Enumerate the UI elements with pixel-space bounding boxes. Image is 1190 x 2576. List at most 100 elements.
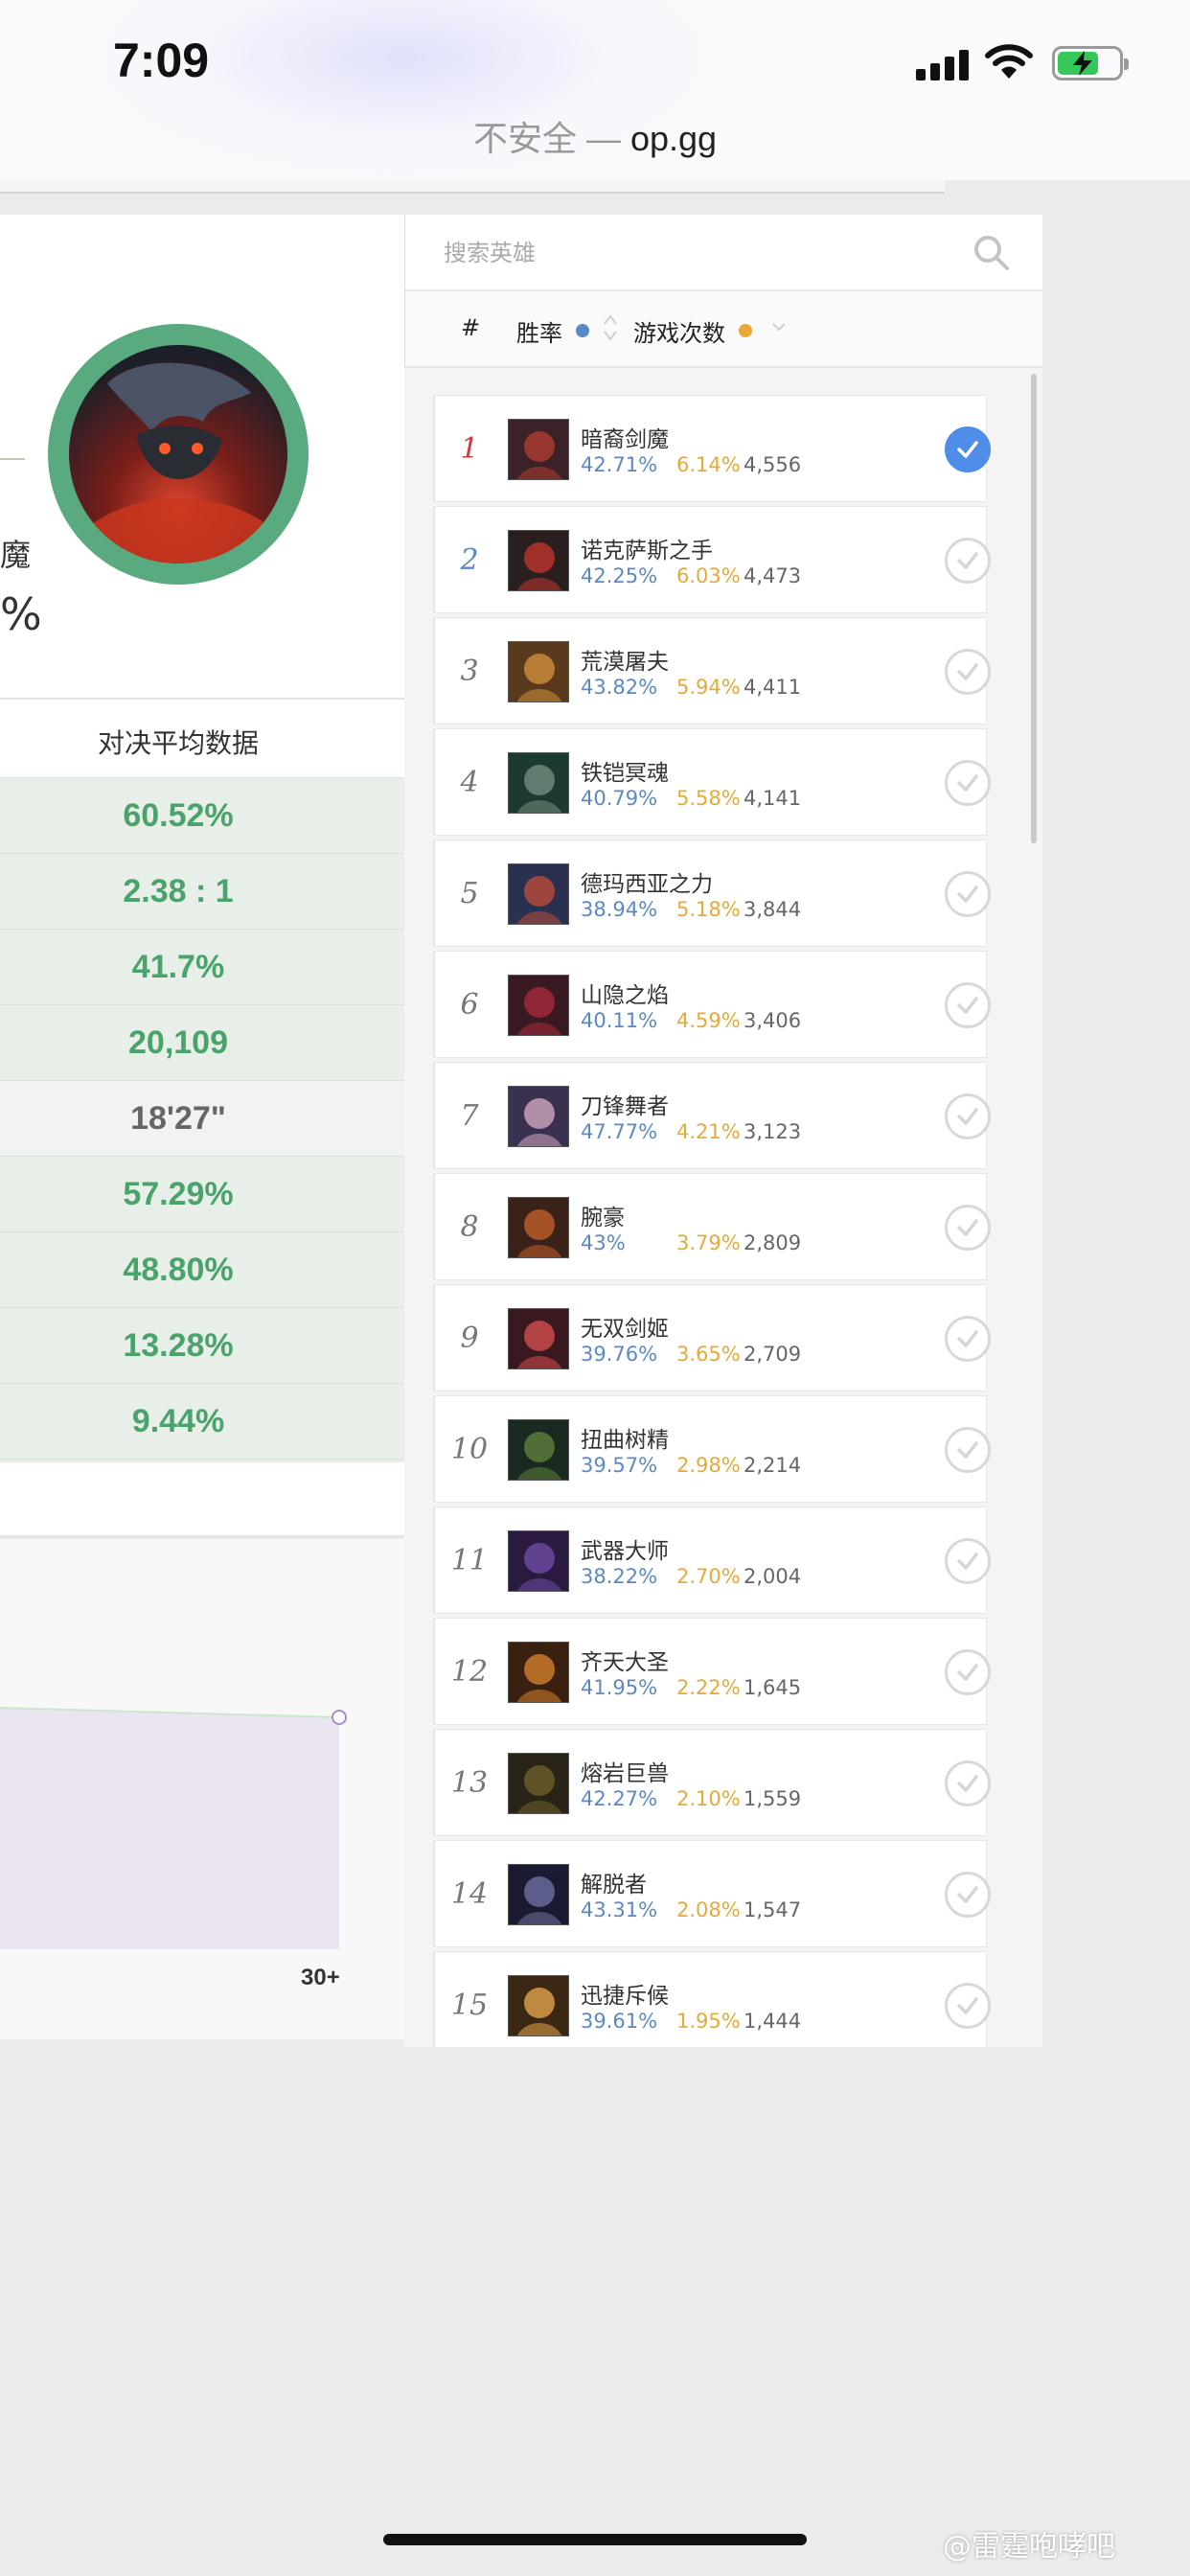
hero-row[interactable]: 14 解脱者 43.31% 2.08% 1,547 xyxy=(433,1840,991,1947)
hero-row[interactable]: 4 铁铠冥魂 40.79% 5.58% 4,141 xyxy=(433,728,991,836)
hero-avatar xyxy=(508,863,569,925)
hero-select-checkbox[interactable] xyxy=(945,649,991,695)
sort-games-button[interactable]: 游戏次数 xyxy=(633,314,725,348)
hero-avatar xyxy=(508,1419,569,1481)
scrollbar[interactable] xyxy=(1031,374,1037,843)
hero-row[interactable]: 2 诺克萨斯之手 42.25% 6.03% 4,473 xyxy=(433,506,991,613)
hero-games: 1,444 xyxy=(744,2010,802,2033)
hero-select-checkbox[interactable] xyxy=(945,1983,991,2029)
stat-value: 60.52% xyxy=(123,797,234,834)
hero-pickrate: 3.65% xyxy=(676,1343,741,1366)
hero-select-checkbox[interactable] xyxy=(945,760,991,806)
hero-row[interactable]: 11 武器大师 38.22% 2.70% 2,004 xyxy=(433,1506,991,1614)
hero-pickrate: 4.21% xyxy=(676,1120,741,1143)
hero-rank: 7 xyxy=(460,1099,479,1133)
search-input[interactable] xyxy=(444,232,942,274)
hero-row[interactable]: 3 荒漠屠夫 43.82% 5.94% 4,411 xyxy=(433,617,991,724)
cellular-signal-icon xyxy=(916,48,970,80)
hero-rank: 9 xyxy=(460,1322,479,1355)
hero-avatar xyxy=(508,1642,569,1703)
hero-row[interactable]: 12 齐天大圣 41.95% 2.22% 1,645 xyxy=(433,1618,991,1725)
hero-rank: 8 xyxy=(460,1210,479,1244)
hero-rank: 13 xyxy=(450,1766,489,1800)
stat-value: 57.29% xyxy=(123,1176,234,1212)
hero-name: 腕豪 xyxy=(581,1206,625,1230)
sort-winrate-button[interactable]: 胜率 xyxy=(516,314,562,348)
hero-winrate: 42.71% xyxy=(581,453,658,476)
champion-portrait-image xyxy=(69,345,287,564)
hero-select-checkbox[interactable] xyxy=(945,538,991,584)
champion-summary: 魔 % xyxy=(0,215,404,700)
hero-row[interactable]: 10 扭曲树精 39.57% 2.98% 2,214 xyxy=(433,1395,991,1503)
stat-value: 2.38 : 1 xyxy=(123,873,234,909)
hero-select-checkbox[interactable] xyxy=(945,1093,991,1139)
hero-pickrate: 2.08% xyxy=(676,1898,741,1921)
hero-select-checkbox[interactable] xyxy=(945,1649,991,1695)
hero-games: 2,709 xyxy=(744,1343,802,1366)
hero-row[interactable]: 13 熔岩巨兽 42.27% 2.10% 1,559 xyxy=(433,1729,991,1836)
hero-select-checkbox[interactable] xyxy=(945,426,991,472)
trend-endpoint[interactable] xyxy=(332,1710,347,1725)
search-icon[interactable] xyxy=(973,234,1011,272)
page-top-strip xyxy=(0,180,945,194)
home-indicator[interactable] xyxy=(383,2534,807,2545)
hero-select-checkbox[interactable] xyxy=(945,1538,991,1584)
hero-row[interactable]: 6 山隐之焰 40.11% 4.59% 3,406 xyxy=(433,951,991,1058)
check-icon xyxy=(957,552,978,569)
hero-avatar xyxy=(508,1975,569,2036)
stat-value: 48.80% xyxy=(123,1252,234,1288)
hero-games: 4,556 xyxy=(744,453,802,476)
check-icon xyxy=(957,1664,978,1681)
hero-row[interactable]: 7 刀锋舞者 47.77% 4.21% 3,123 xyxy=(433,1062,991,1169)
hero-row[interactable]: 5 德玛西亚之力 38.94% 5.18% 3,844 xyxy=(433,840,991,947)
hero-name: 迅捷斥候 xyxy=(581,1984,669,2009)
hero-name: 无双剑姬 xyxy=(581,1317,669,1342)
stat-row: 13.28% xyxy=(0,1308,404,1384)
hero-avatar xyxy=(508,419,569,480)
stats-header: 对决平均数据 xyxy=(0,700,404,778)
hero-rank: 3 xyxy=(460,655,479,688)
hero-select-checkbox[interactable] xyxy=(945,1872,991,1918)
hero-winrate: 41.95% xyxy=(581,1676,658,1699)
hero-rank: 15 xyxy=(450,1989,489,2022)
search-bar xyxy=(404,215,1042,291)
hero-row[interactable]: 1 暗裔剑魔 42.71% 6.14% 4,556 xyxy=(433,395,991,502)
stat-row: 2.38 : 1 xyxy=(0,854,404,930)
hero-winrate: 38.94% xyxy=(581,898,658,921)
hero-select-checkbox[interactable] xyxy=(945,1205,991,1251)
hero-pickrate: 2.10% xyxy=(676,1787,741,1810)
hero-row[interactable]: 9 无双剑姬 39.76% 3.65% 2,709 xyxy=(433,1284,991,1392)
browser-header: 7:09 不安全 — op.gg xyxy=(0,0,1190,180)
insecure-label: 不安全 — xyxy=(472,119,630,158)
hero-games: 2,809 xyxy=(744,1231,802,1254)
hero-name: 扭曲树精 xyxy=(581,1428,669,1453)
hero-name: 暗裔剑魔 xyxy=(581,427,669,452)
stat-row: 18'27" xyxy=(0,1081,404,1157)
hero-row[interactable]: 8 腕豪 43% 3.79% 2,809 xyxy=(433,1173,991,1280)
stat-row: 60.52% xyxy=(0,778,404,854)
hero-winrate: 39.61% xyxy=(581,2010,658,2033)
stat-value: 18'27" xyxy=(130,1100,226,1137)
hero-name: 铁铠冥魂 xyxy=(581,761,669,786)
stat-row: 57.29% xyxy=(0,1157,404,1232)
hero-rank: 4 xyxy=(460,766,479,799)
stat-value: 13.28% xyxy=(123,1327,234,1364)
sort-arrows-icon[interactable] xyxy=(603,310,618,345)
hero-list-panel: # 胜率 游戏次数 1暗裔剑魔42.71%6.14%4,5562诺克萨斯之手42… xyxy=(404,215,1042,2047)
hero-select-checkbox[interactable] xyxy=(945,1316,991,1362)
check-icon xyxy=(957,886,978,903)
hero-pickrate: 6.03% xyxy=(676,564,741,587)
url-bar[interactable]: 不安全 — op.gg xyxy=(0,111,1190,161)
chevron-down-icon[interactable] xyxy=(769,320,789,335)
hero-pickrate: 4.59% xyxy=(676,1009,741,1032)
hero-rank: 2 xyxy=(460,543,479,577)
hero-select-checkbox[interactable] xyxy=(945,871,991,917)
hero-select-checkbox[interactable] xyxy=(945,982,991,1028)
hero-select-checkbox[interactable] xyxy=(945,1760,991,1806)
hero-select-checkbox[interactable] xyxy=(945,1427,991,1473)
champion-winrate: % xyxy=(0,588,42,640)
hero-rank: 11 xyxy=(450,1544,489,1577)
games-legend-dot xyxy=(739,324,752,337)
hero-winrate: 40.79% xyxy=(581,787,658,810)
hero-row[interactable]: 15 迅捷斥候 39.61% 1.95% 1,444 xyxy=(433,1951,991,2047)
